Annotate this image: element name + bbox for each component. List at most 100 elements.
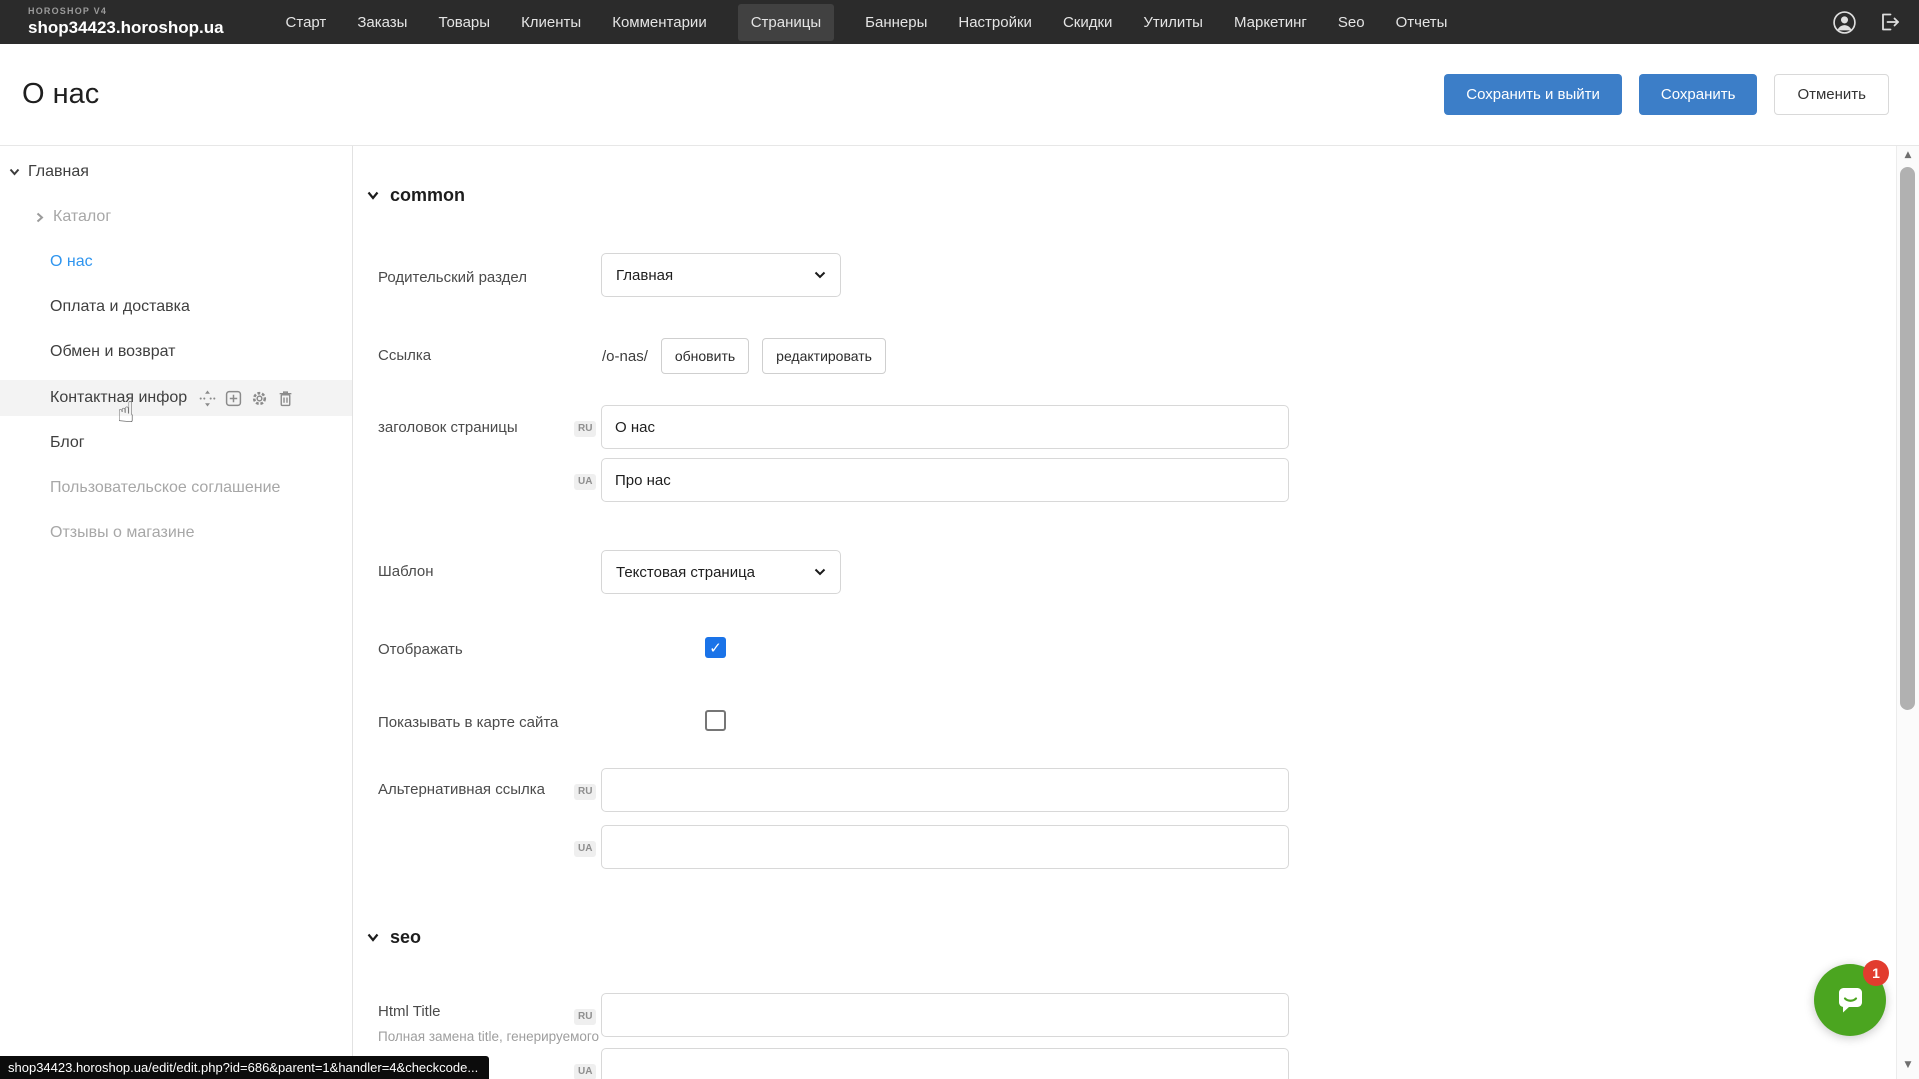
- section-common[interactable]: common: [367, 185, 465, 206]
- cancel-button[interactable]: Отменить: [1774, 74, 1889, 115]
- page-header: О нас Сохранить и выйти Сохранить Отмени…: [0, 44, 1919, 146]
- sidebar-item-label: Обмен и возврат: [50, 343, 175, 361]
- sidebar-item-label: Блог: [50, 434, 85, 452]
- section-seo[interactable]: seo: [367, 927, 421, 948]
- page-title-field-label: заголовок страницы: [378, 419, 518, 436]
- pages-tree-sidebar: Главная Каталог О нас Оплата и доставка …: [0, 145, 353, 1079]
- page-title-ua-input[interactable]: [601, 458, 1289, 502]
- page-title: О нас: [22, 78, 99, 111]
- page-edit-form: common Родительский раздел Главная Ссылк…: [353, 145, 1897, 1079]
- chat-bubble-icon: [1831, 981, 1869, 1019]
- menu-item-comments[interactable]: Комментарии: [612, 4, 706, 41]
- scroll-down-button[interactable]: ▼: [1897, 1060, 1919, 1070]
- alt-link-ru-input[interactable]: [601, 768, 1289, 812]
- sidebar-item-label: Оплата и доставка: [50, 298, 190, 316]
- status-url-bar: shop34423.horoshop.ua/edit/edit.php?id=6…: [0, 1056, 489, 1079]
- html-title-ua-input[interactable]: [601, 1048, 1289, 1079]
- link-value: /o-nas/: [602, 348, 648, 365]
- chevron-down-icon: [367, 933, 379, 942]
- menu-item-settings[interactable]: Настройки: [958, 4, 1032, 41]
- user-avatar-icon[interactable]: [1832, 10, 1857, 35]
- status-url-text: shop34423.horoshop.ua/edit/edit.php?id=6…: [8, 1060, 478, 1075]
- scroll-up-button[interactable]: ▲: [1897, 150, 1919, 160]
- parent-section-value: Главная: [616, 267, 673, 284]
- move-icon[interactable]: [199, 390, 216, 407]
- template-label: Шаблон: [378, 563, 434, 580]
- logo[interactable]: HOROSHOP V4 shop34423.horoshop.ua: [0, 7, 224, 37]
- sidebar-item-catalog[interactable]: Каталог: [0, 199, 352, 235]
- menu-item-start[interactable]: Старт: [286, 4, 327, 41]
- lang-badge-ua: UA: [574, 1064, 596, 1079]
- parent-section-select[interactable]: Главная: [601, 253, 841, 297]
- link-edit-button[interactable]: редактировать: [762, 338, 886, 374]
- horoshop-admin-screen: HOROSHOP V4 shop34423.horoshop.ua Старт …: [0, 0, 1919, 1079]
- sidebar-item-label: Отзывы о магазине: [50, 524, 195, 542]
- topbar: HOROSHOP V4 shop34423.horoshop.ua Старт …: [0, 0, 1919, 44]
- chevron-down-icon: [814, 271, 826, 279]
- display-label: Отображать: [378, 641, 463, 658]
- tree-row-actions: [199, 390, 294, 407]
- lang-badge-ru: RU: [574, 421, 596, 437]
- sitemap-checkbox[interactable]: [705, 710, 726, 731]
- sidebar-item-exchange-return[interactable]: Обмен и возврат: [0, 334, 352, 370]
- menu-item-banners[interactable]: Баннеры: [865, 4, 927, 41]
- link-label: Ссылка: [378, 347, 431, 364]
- lang-badge-ua: UA: [574, 841, 596, 857]
- logout-icon[interactable]: [1877, 10, 1901, 34]
- menu-item-products[interactable]: Товары: [438, 4, 490, 41]
- lang-badge-ru: RU: [574, 784, 596, 800]
- template-value: Текстовая страница: [616, 564, 755, 581]
- display-checkbox[interactable]: [705, 637, 726, 658]
- chevron-down-icon: [814, 568, 826, 576]
- alt-link-label: Альтернативная ссылка: [378, 781, 545, 798]
- menu-item-utilities[interactable]: Утилиты: [1143, 4, 1203, 41]
- sidebar-item-label: Каталог: [53, 208, 111, 226]
- lang-badge-ua: UA: [574, 474, 596, 490]
- sidebar-item-payment-delivery[interactable]: Оплата и доставка: [0, 289, 352, 325]
- lang-badge-ru: RU: [574, 1009, 596, 1025]
- sidebar-item-label: Контактная инфор: [50, 389, 187, 407]
- section-seo-label: seo: [390, 927, 421, 948]
- menu-item-discounts[interactable]: Скидки: [1063, 4, 1112, 41]
- vertical-scrollbar[interactable]: ▲ ▼: [1896, 145, 1919, 1079]
- chat-button[interactable]: 1: [1814, 964, 1886, 1036]
- html-title-hint: Полная замена title, генерируемого: [378, 1029, 599, 1044]
- trash-icon[interactable]: [277, 390, 294, 407]
- add-page-icon[interactable]: [225, 390, 242, 407]
- parent-section-label: Родительский раздел: [378, 269, 527, 286]
- chevron-down-icon: [367, 191, 379, 200]
- link-refresh-button[interactable]: обновить: [661, 338, 749, 374]
- html-title-label: Html Title: [378, 1003, 441, 1020]
- sidebar-item-store-reviews[interactable]: Отзывы о магазине: [0, 515, 352, 551]
- logo-version-label: HOROSHOP V4: [28, 7, 224, 16]
- gear-icon[interactable]: [251, 390, 268, 407]
- html-title-ru-input[interactable]: [601, 993, 1289, 1037]
- chevron-right-icon[interactable]: [36, 212, 44, 223]
- save-button[interactable]: Сохранить: [1639, 74, 1758, 115]
- menu-item-seo[interactable]: Seo: [1338, 4, 1365, 41]
- menu-item-clients[interactable]: Клиенты: [521, 4, 581, 41]
- sidebar-item-blog[interactable]: Блог: [0, 425, 352, 461]
- sidebar-item-label: О нас: [50, 253, 93, 271]
- sidebar-item-contact-info[interactable]: Контактная инфор: [0, 380, 352, 416]
- chat-unread-badge: 1: [1863, 960, 1889, 986]
- sidebar-item-label: Главная: [28, 163, 89, 181]
- menu-item-orders[interactable]: Заказы: [357, 4, 407, 41]
- menu-item-pages[interactable]: Страницы: [738, 4, 834, 41]
- alt-link-ua-input[interactable]: [601, 825, 1289, 869]
- sidebar-item-about[interactable]: О нас: [0, 244, 352, 280]
- main-menu: Старт Заказы Товары Клиенты Комментарии …: [286, 4, 1448, 41]
- menu-item-reports[interactable]: Отчеты: [1396, 4, 1448, 41]
- logo-domain: shop34423.horoshop.ua: [28, 18, 224, 37]
- sidebar-item-home[interactable]: Главная: [0, 154, 352, 190]
- scroll-thumb[interactable]: [1900, 167, 1915, 710]
- sidebar-item-user-agreement[interactable]: Пользовательское соглашение: [0, 470, 352, 506]
- link-row: /o-nas/ обновить редактировать: [602, 338, 886, 374]
- sitemap-label: Показывать в карте сайта: [378, 714, 558, 731]
- menu-item-marketing[interactable]: Маркетинг: [1234, 4, 1307, 41]
- save-and-exit-button[interactable]: Сохранить и выйти: [1444, 74, 1622, 115]
- template-select[interactable]: Текстовая страница: [601, 550, 841, 594]
- header-actions: Сохранить и выйти Сохранить Отменить: [1444, 74, 1919, 115]
- page-title-ru-input[interactable]: [601, 405, 1289, 449]
- chevron-down-icon[interactable]: [9, 168, 20, 176]
